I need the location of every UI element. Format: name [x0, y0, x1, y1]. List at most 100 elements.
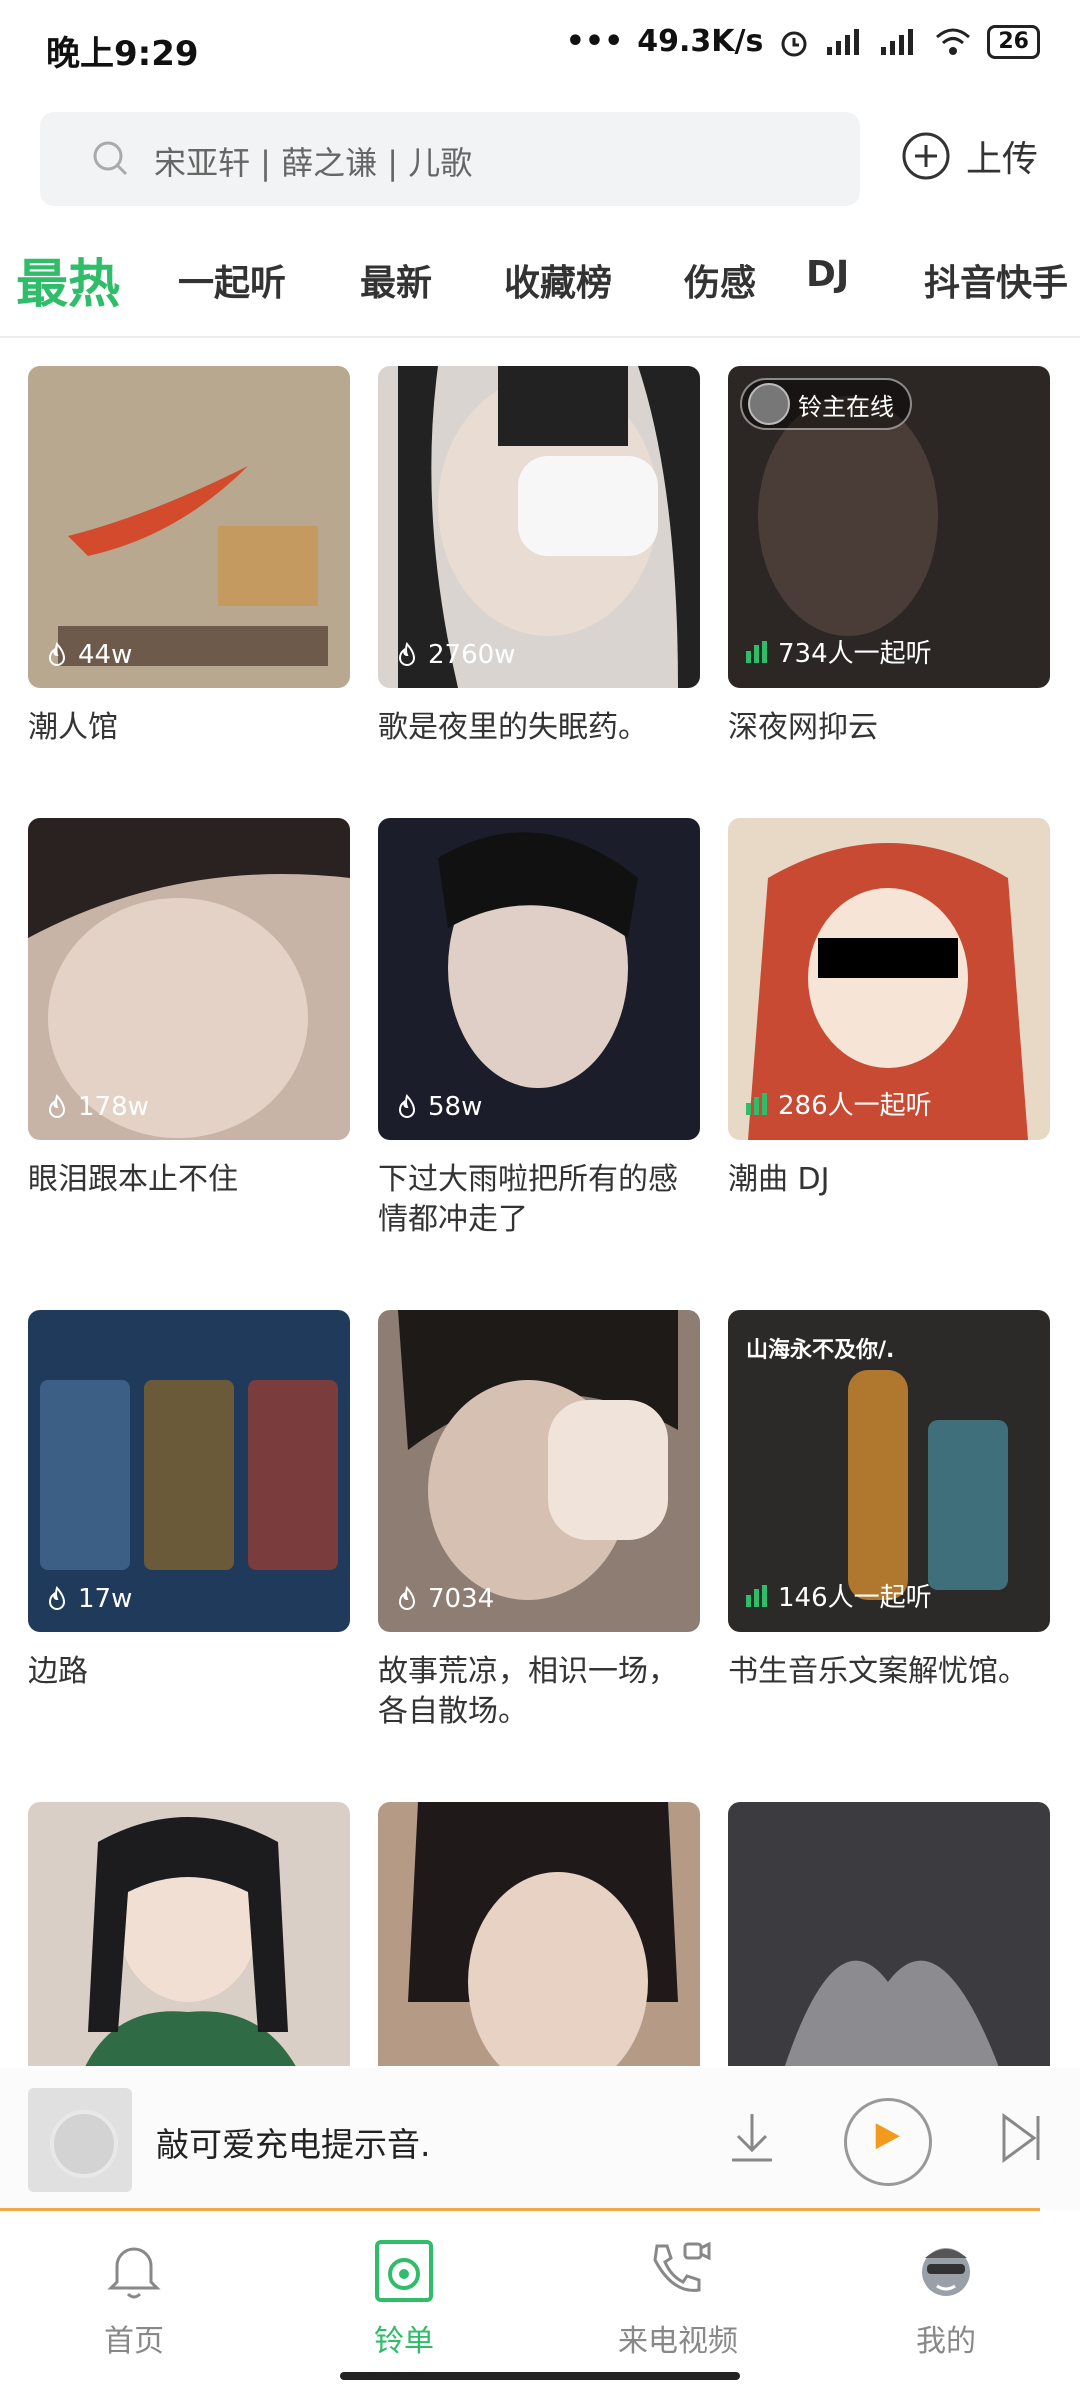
nav-profile-label: 我的 [916, 2324, 976, 2359]
listeners-badge: 146人一起听 [744, 1577, 932, 1614]
upload-button[interactable]: 上传 [900, 130, 1038, 182]
cover-overlay-text: 山海永不及你/. [746, 1338, 895, 1363]
playlist-title: 眼泪跟本止不住 [28, 1162, 238, 1197]
playlist-card[interactable]: 17w 边路 [28, 1310, 350, 1692]
signal-hd-icon [881, 28, 914, 55]
playlist-title: 潮曲 DJ [728, 1162, 830, 1197]
player-cover [28, 2088, 132, 2192]
playlist-card[interactable]: 178w 眼泪跟本止不住 [28, 818, 350, 1200]
play-count: 7034 [428, 1584, 495, 1614]
playlist-title: 书生音乐文案解忧馆。 [728, 1654, 1028, 1689]
playlist-card[interactable]: 7034 故事荒凉，相识一场，各自散场。 [378, 1310, 700, 1732]
listeners-count: 146人一起听 [778, 1583, 932, 1613]
play-button[interactable] [844, 2098, 932, 2186]
play-count: 44w [78, 640, 133, 670]
playlist-card[interactable]: 2760w 歌是夜里的失眠药。 [378, 366, 700, 748]
fire-icon [48, 1094, 66, 1118]
playlist-card[interactable]: 58w 下过大雨啦把所有的感情都冲走了 [378, 818, 700, 1240]
listeners-badge: 734人一起听 [744, 633, 932, 670]
playlist-cover: 2760w [378, 366, 700, 688]
tab-listen-together[interactable]: 一起听 [178, 254, 286, 306]
profile-icon [922, 2248, 970, 2296]
play-count: 58w [428, 1092, 483, 1122]
category-tabs: 最热 一起听 最新 收藏榜 伤感 DJ 抖音快手 [0, 236, 1080, 316]
nav-ringtone-list[interactable]: 铃单 [304, 2236, 504, 2360]
next-track-icon[interactable] [1000, 2112, 1044, 2164]
player-track-title: 敲可爱充电提示音. [156, 2125, 431, 2164]
plus-circle-icon [902, 132, 950, 180]
equalizer-icon [746, 1584, 767, 1607]
dots-icon: ••• [565, 24, 624, 59]
playlist-title: 深夜网抑云 [728, 710, 878, 745]
listeners-count: 734人一起听 [778, 639, 932, 669]
playlist-title: 故事荒凉，相识一场，各自散场。 [378, 1654, 678, 1729]
playlist-cover: 58w [378, 818, 700, 1140]
search-row: 宋亚轩 | 薛之谦 | 儿歌 上传 [0, 112, 1080, 208]
playlist-card[interactable] [378, 1802, 700, 2066]
tab-newest[interactable]: 最新 [360, 254, 432, 306]
playlist-cover: 44w [28, 366, 350, 688]
player-progress-line [0, 2208, 1040, 2211]
upload-label: 上传 [966, 139, 1039, 180]
ringtone-list-icon [375, 2240, 433, 2302]
nav-call-video[interactable]: 来电视频 [578, 2236, 778, 2360]
search-placeholder: 宋亚轩 | 薛之谦 | 儿歌 [154, 144, 473, 182]
host-avatar [748, 383, 790, 425]
net-speed: 49.3K/s [637, 24, 764, 59]
tab-sad[interactable]: 伤感 [684, 254, 756, 306]
alarm-icon [781, 31, 807, 56]
tab-douyin-kuaishou[interactable]: 抖音快手 [924, 254, 1068, 306]
disc-icon [50, 2110, 118, 2178]
battery-indicator: 26 [987, 24, 1040, 59]
home-indicator[interactable] [340, 2372, 740, 2380]
playlist-title: 歌是夜里的失眠药。 [378, 710, 648, 745]
bell-icon [107, 2247, 161, 2299]
download-icon[interactable] [724, 2108, 780, 2168]
fire-icon [48, 1586, 66, 1610]
wifi-icon [936, 28, 971, 55]
play-icon [875, 2123, 900, 2150]
play-count-badge: 178w [44, 1092, 149, 1122]
equalizer-icon [746, 640, 767, 663]
status-bar: 晚上9:29 ••• 49.3K/s 26 [0, 0, 1080, 96]
tab-dj[interactable]: DJ [806, 254, 849, 295]
nav-home[interactable]: 首页 [34, 2236, 234, 2360]
phone-video-icon [653, 2241, 711, 2292]
playlist-card[interactable]: 44w 潮人馆 [28, 366, 350, 748]
playlist-cover [378, 1802, 700, 2066]
signal-icon [827, 28, 860, 55]
play-count-badge: 7034 [394, 1584, 494, 1614]
play-count: 2760w [428, 640, 516, 670]
playlist-card[interactable] [728, 1802, 1050, 2066]
playlist-title: 边路 [28, 1654, 88, 1689]
play-count-badge: 58w [394, 1092, 482, 1122]
search-input[interactable]: 宋亚轩 | 薛之谦 | 儿歌 [40, 112, 860, 206]
mini-player[interactable]: 敲可爱充电提示音. [0, 2068, 1080, 2210]
playlist-card[interactable] [28, 1802, 350, 2066]
playlist-cover [728, 1802, 1050, 2066]
play-count: 178w [78, 1092, 149, 1122]
tab-favorites[interactable]: 收藏榜 [504, 254, 612, 306]
playlist-title: 下过大雨啦把所有的感情都冲走了 [378, 1162, 678, 1237]
fire-icon [398, 642, 416, 666]
playlist-title: 潮人馆 [28, 710, 118, 745]
playlist-card[interactable]: 山海永不及你/. 146人一起听 书生音乐文案解忧馆。 [728, 1310, 1050, 1692]
playlist-cover: 7034 [378, 1310, 700, 1632]
fire-icon [398, 1586, 416, 1610]
cover-image [28, 1802, 350, 2066]
host-online-label: 铃主在线 [798, 392, 894, 421]
equalizer-icon [746, 1092, 767, 1115]
cover-image [378, 1802, 700, 2066]
playlist-cover: 铃主在线 734人一起听 [728, 366, 1050, 688]
playlist-card[interactable]: 286人一起听 潮曲 DJ [728, 818, 1050, 1200]
listeners-count: 286人一起听 [778, 1091, 932, 1121]
nav-ringtone-list-label: 铃单 [374, 2324, 434, 2359]
playlist-card[interactable]: 铃主在线 734人一起听 深夜网抑云 [728, 366, 1050, 748]
listeners-badge: 286人一起听 [744, 1085, 932, 1122]
nav-profile[interactable]: 我的 [846, 2236, 1046, 2360]
playlist-grid: 44w 潮人馆 2760w 歌是夜里的失眠药。 铃主在线 734人一起听 深夜网… [0, 366, 1080, 2066]
playlist-cover: 17w [28, 1310, 350, 1632]
host-online-pill: 铃主在线 [740, 378, 912, 430]
fire-icon [48, 642, 66, 666]
tab-hot[interactable]: 最热 [16, 242, 120, 317]
